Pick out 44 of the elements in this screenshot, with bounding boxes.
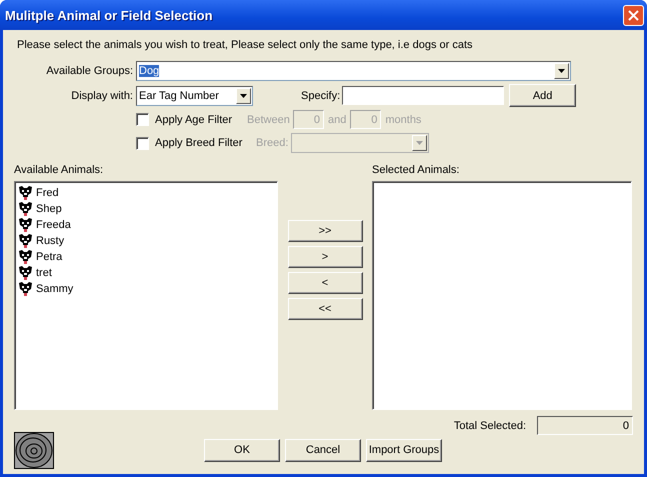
dropdown-arrow-icon — [240, 94, 247, 98]
close-icon — [628, 10, 639, 20]
dog-icon — [18, 281, 33, 297]
dialog-button[interactable]: Cancel — [285, 438, 361, 462]
field-label: months — [385, 114, 422, 126]
dialog-button[interactable]: OK — [204, 438, 280, 462]
animal-list-item[interactable]: tret — [18, 265, 274, 281]
field-label: Breed: — [256, 137, 288, 149]
close-button[interactable] — [623, 4, 644, 26]
animal-list-item[interactable]: Fred — [18, 185, 274, 201]
animal-list-item[interactable]: Freeda — [18, 217, 274, 233]
dog-icon — [18, 217, 33, 233]
field-label: and — [328, 114, 346, 126]
list-label: Selected Animals: — [372, 164, 460, 176]
dog-icon — [18, 201, 33, 217]
field-label: Available Groups: — [45, 65, 134, 77]
transfer-button[interactable]: << — [288, 298, 362, 320]
dialog-button[interactable]: Import Groups — [366, 438, 442, 462]
transfer-button[interactable]: < — [288, 272, 362, 294]
dropdown-arrow-icon — [416, 141, 424, 145]
specify-field[interactable] — [342, 86, 504, 105]
dog-icon — [18, 185, 33, 201]
add-button[interactable]: Add — [509, 84, 576, 107]
field-label: Total Selected: — [454, 420, 526, 432]
dropdown-arrow-icon — [558, 69, 565, 73]
animal-list-item[interactable]: Shep — [18, 201, 274, 217]
field-label: Between — [247, 114, 291, 126]
dog-icon — [18, 249, 33, 265]
dog-icon — [18, 265, 33, 281]
field-label: Display with: — [70, 90, 134, 102]
total-selected-field: 0 — [537, 416, 633, 435]
field-label: Specify: — [301, 90, 340, 102]
transfer-button[interactable]: > — [288, 246, 362, 268]
animal-list-item[interactable]: Petra — [18, 249, 274, 265]
transfer-button[interactable]: >> — [288, 220, 362, 242]
list-label: Available Animals: — [14, 164, 104, 176]
animal-list-item[interactable]: Rusty — [18, 233, 274, 249]
window-title: Mulitple Animal or Field Selection — [5, 8, 213, 22]
display-with-dropdown[interactable]: Ear Tag Number — [136, 86, 253, 106]
instruction-text: Please select the animals you wish to treat, Please select only the same type, i.e dogs or cats — [17, 39, 474, 51]
dog-icon — [18, 233, 33, 249]
target-icon — [14, 432, 54, 469]
animal-list-item[interactable]: Sammy — [18, 281, 274, 297]
available-groups-dropdown[interactable]: Dog — [136, 61, 571, 81]
